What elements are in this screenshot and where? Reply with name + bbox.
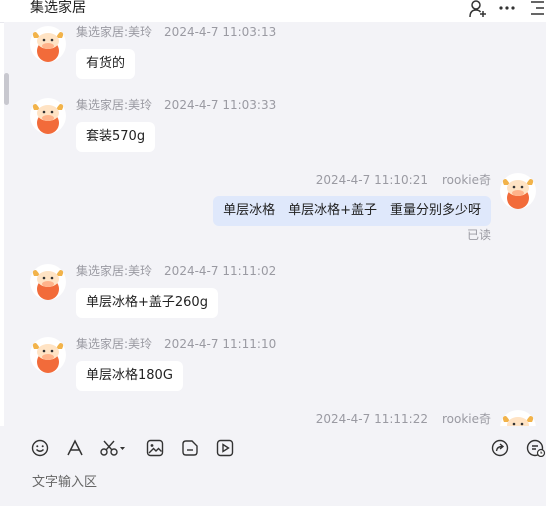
sender-name: 集选家居:美玲 [76,98,153,112]
sender-name: rookie奇 [441,412,491,426]
message-bubble[interactable]: 单层冰格180G [76,361,183,391]
video-icon[interactable] [216,439,234,457]
sender-name: rookie奇 [441,173,491,187]
message-meta: 2024-4-7 11:10:21 rookie奇 [316,173,491,187]
message-bubble[interactable]: 单层冰格 单层冰格+盖子 重量分别多少呀 [213,196,491,226]
sender-name: 集选家居:美玲 [76,264,153,278]
timestamp: 2024-4-7 11:11:02 [164,264,277,278]
message-input[interactable] [30,471,514,493]
avatar[interactable] [500,410,536,426]
avatar[interactable] [30,26,66,62]
emoji-icon[interactable] [31,439,49,457]
message-composer [0,462,546,506]
message-meta: 集选家居:美玲 2024-4-7 11:11:10 [76,337,276,351]
add-contact-icon[interactable] [468,0,486,18]
share-icon[interactable] [491,439,509,457]
avatar[interactable] [30,264,66,300]
scrollbar[interactable] [4,73,9,105]
file-icon[interactable] [181,439,199,457]
chat-history-icon[interactable] [526,439,546,458]
timestamp: 2024-4-7 11:11:22 [315,412,428,426]
sender-name: 集选家居:美玲 [76,25,153,39]
timestamp: 2024-4-7 11:03:13 [164,25,277,39]
message-bubble[interactable]: 单层冰格+盖子260g [76,288,218,318]
avatar[interactable] [500,173,536,209]
message-meta: 集选家居:美玲 2024-4-7 11:11:02 [76,264,276,278]
font-icon[interactable] [66,439,84,457]
message-meta: 集选家居:美玲 2024-4-7 11:03:33 [76,98,276,112]
avatar[interactable] [30,337,66,373]
message-bubble[interactable]: 有货的 [76,49,136,79]
chat-title: 集选家居 [30,0,86,16]
image-icon[interactable] [146,439,164,457]
timestamp: 2024-4-7 11:10:21 [315,173,428,187]
more-icon[interactable] [498,0,516,18]
message-meta: 2024-4-7 11:11:22 rookie奇 [316,412,491,426]
timestamp: 2024-4-7 11:03:33 [164,98,277,112]
message-bubble[interactable]: 套装570g [76,122,156,152]
menu-icon[interactable] [528,0,546,18]
scissors-icon[interactable] [100,439,128,457]
message-meta: 集选家居:美玲 2024-4-7 11:03:13 [76,25,276,39]
avatar[interactable] [30,98,66,134]
sender-name: 集选家居:美玲 [76,337,153,351]
timestamp: 2024-4-7 11:11:10 [164,337,277,351]
read-status: 已读 [466,228,491,242]
chat-header: 集选家居 [0,0,546,23]
message-list[interactable]: 集选家居:美玲 2024-4-7 11:03:13 有货的 集选家居:美玲 2024… [4,22,546,426]
